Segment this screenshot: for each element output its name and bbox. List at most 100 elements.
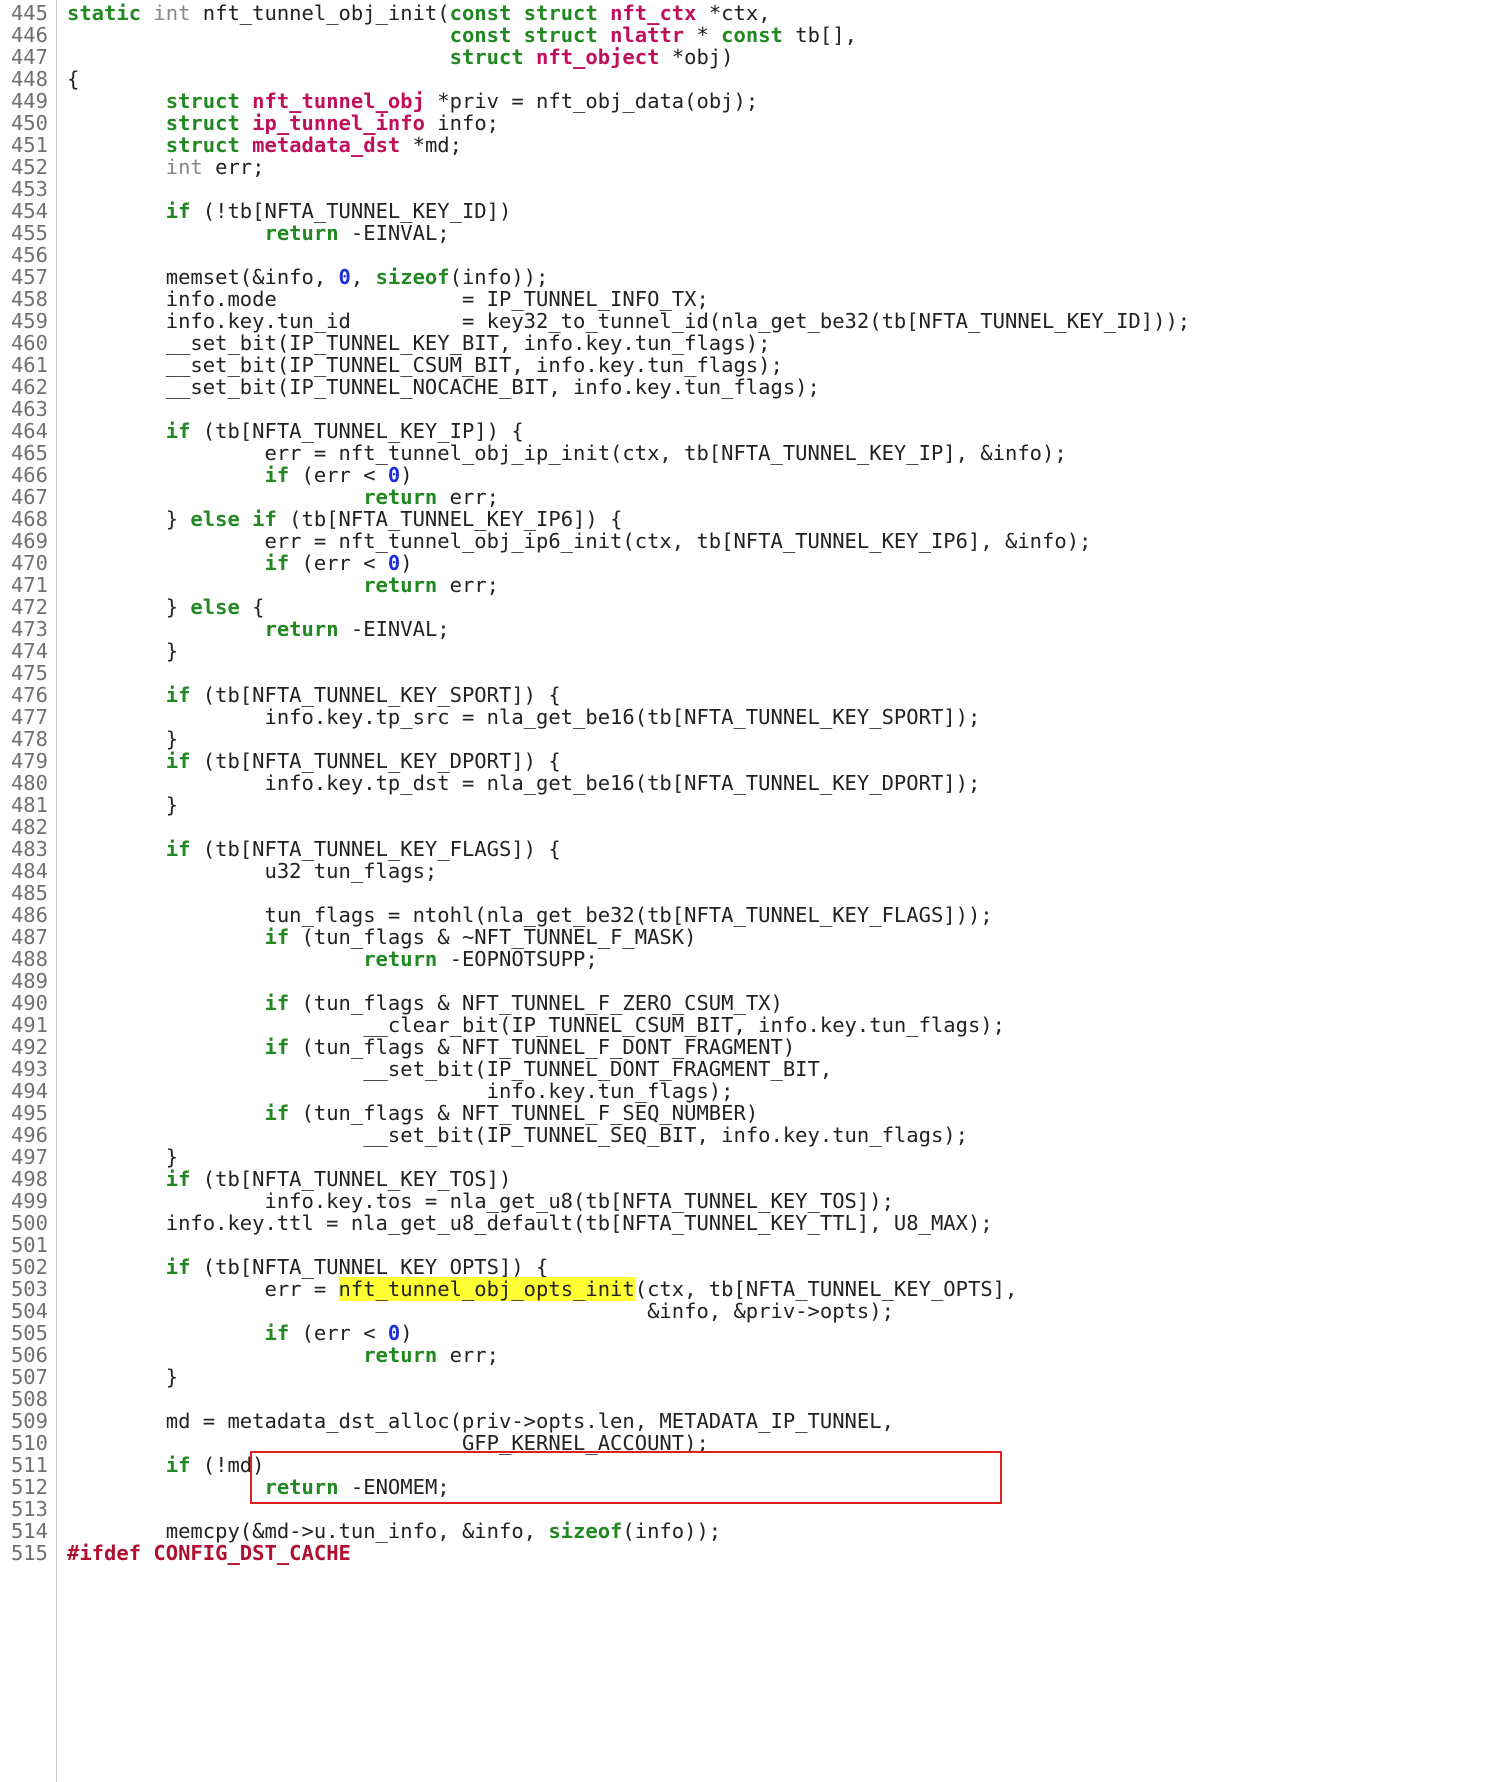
highlighted-symbol: nft_tunnel_obj_opts_init (338, 1277, 635, 1301)
code-token: 0 (387, 463, 401, 487)
code-token: } (67, 639, 179, 663)
code-token: if (264, 1101, 290, 1125)
code-token: else (190, 507, 240, 531)
code-token: if (264, 551, 290, 575)
code-token: return (264, 221, 339, 245)
code-line: 515 #ifdef CONFIG_DST_CACHE (0, 1541, 1504, 1566)
code-token: static (67, 1, 142, 25)
code-token: info.key.tun_flags); (67, 1079, 734, 1103)
code-token: { (67, 67, 80, 91)
code-token: nft_ctx (610, 1, 697, 25)
code-token: nft_tunnel_obj_init( (190, 1, 450, 25)
code-viewer: 445 static int nft_tunnel_obj_init(const … (0, 0, 1504, 1782)
code-token: ) (400, 1321, 413, 1345)
code-token: (ctx, tb[NFTA_TUNNEL_KEY_OPTS], (634, 1277, 1018, 1301)
code-token: __clear_bit(IP_TUNNEL_CSUM_BIT, info.key… (67, 1013, 1005, 1037)
code-token: md = metadata_dst_alloc(priv->opts.len, … (67, 1409, 894, 1433)
code-token: err; (437, 1343, 499, 1367)
code-token: info.key.tun_id = key32_to_tunnel_id(nla… (67, 309, 1191, 333)
code-token: (tb[NFTA_TUNNEL_KEY_OPTS]) { (190, 1255, 549, 1279)
code-token: if (165, 749, 191, 773)
code-token: sizeof (375, 265, 450, 289)
code-token: __set_bit(IP_TUNNEL_SEQ_BIT, info.key.tu… (67, 1123, 968, 1147)
code-token: if (165, 419, 191, 443)
code-token: nft_object (536, 45, 660, 69)
code-token: metadata_dst (252, 133, 401, 157)
code-token: } (67, 507, 191, 531)
code-token: { (239, 595, 265, 619)
code-token: const (449, 23, 512, 47)
code-token: (tun_flags & NFT_TUNNEL_F_DONT_FRAGMENT) (289, 1035, 796, 1059)
code-token: if (165, 1255, 191, 1279)
code-token: *priv = nft_obj_data(obj); (424, 89, 759, 113)
code-token: (info)); (622, 1519, 722, 1543)
code-token: nft_tunnel_obj (252, 89, 425, 113)
code-token: (tb[NFTA_TUNNEL_KEY_FLAGS]) { (190, 837, 561, 861)
code-token: (tb[NFTA_TUNNEL_KEY_SPORT]) { (190, 683, 561, 707)
code-token: #ifdef (67, 1541, 142, 1565)
code-token: err; (202, 155, 265, 179)
code-token: info; (424, 111, 500, 135)
code-token: 0 (338, 265, 351, 289)
code-token: (err < (289, 1321, 388, 1345)
code-token: (tun_flags & ~NFT_TUNNEL_F_MASK) (289, 925, 697, 949)
source-text: #ifdef CONFIG_DST_CACHE (67, 1541, 351, 1566)
code-token: const (449, 1, 512, 25)
code-token: *md; (400, 133, 462, 157)
code-token: } (67, 595, 191, 619)
code-token: nlattr (610, 23, 685, 47)
code-token: info.key.ttl = nla_get_u8_default(tb[NFT… (67, 1211, 993, 1235)
code-token: (err < (289, 551, 388, 575)
code-token: __set_bit(IP_TUNNEL_CSUM_BIT, info.key.t… (67, 353, 783, 377)
code-token: __set_bit(IP_TUNNEL_NOCACHE_BIT, info.ke… (67, 375, 820, 399)
code-token: struct (523, 1, 598, 25)
code-token: info.mode = IP_TUNNEL_INFO_TX; (67, 287, 709, 311)
code-token: info.key.tp_dst = nla_get_be16(tb[NFTA_T… (67, 771, 981, 795)
code-token: memcpy(&md->u.tun_info, &info, (67, 1519, 549, 1543)
code-token: (err < (289, 463, 388, 487)
code-token: if (264, 991, 290, 1015)
code-token: err; (437, 485, 499, 509)
code-token: (tun_flags & NFT_TUNNEL_F_SEQ_NUMBER) (289, 1101, 759, 1125)
code-token: ) (400, 463, 413, 487)
code-token: if (165, 1453, 191, 1477)
code-token: tb[], (782, 23, 857, 47)
code-token: __set_bit(IP_TUNNEL_KEY_BIT, info.key.tu… (67, 331, 771, 355)
code-token: } (67, 1145, 179, 1169)
code-token: if (264, 1321, 290, 1345)
code-token: err; (437, 573, 499, 597)
code-token: struct (165, 111, 240, 135)
code-token: * (684, 23, 722, 47)
code-token: if (264, 925, 290, 949)
code-token: info.key.tp_src = nla_get_be16(tb[NFTA_T… (67, 705, 981, 729)
code-token: info.key.tos = nla_get_u8(tb[NFTA_TUNNEL… (67, 1189, 894, 1213)
code-token: CONFIG_DST_CACHE (153, 1541, 351, 1565)
code-token: else (190, 595, 240, 619)
code-token: return (363, 485, 438, 509)
code-token: u32 tun_flags; (67, 859, 438, 883)
